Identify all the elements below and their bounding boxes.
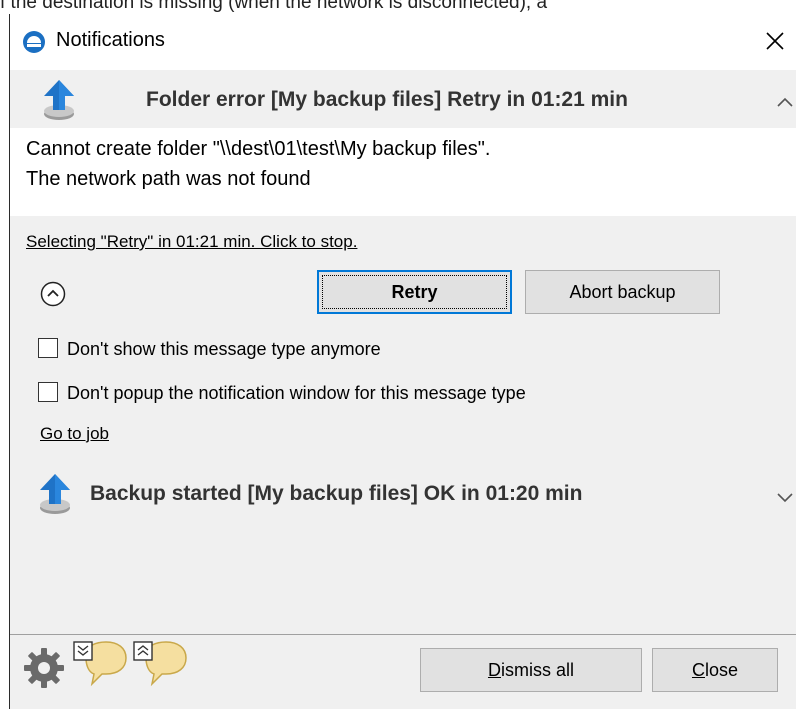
notification-header-folder-error[interactable]: Folder error [My backup files] Retry in … (10, 70, 796, 128)
title-bar: Notifications (10, 14, 796, 70)
go-to-job-link[interactable]: Go to job (40, 424, 109, 444)
collapse-all-icon[interactable] (132, 640, 188, 697)
window-title: Notifications (56, 29, 165, 51)
retry-focus-rect: Retry (322, 275, 507, 309)
dont-show-checkbox[interactable] (38, 338, 58, 358)
retry-button[interactable]: Retry (317, 270, 512, 314)
message-line-2: The network path was not found (26, 168, 311, 190)
dismiss-all-label: Dismiss all (487, 659, 574, 680)
message-line-1: Cannot create folder "\\dest\01\test\My … (26, 138, 491, 160)
close-button[interactable]: Close (652, 648, 778, 692)
app-icon (22, 30, 46, 54)
upload-icon (38, 76, 80, 124)
notification-title: Backup started [My backup files] OK in 0… (90, 482, 583, 505)
auto-select-stop-link[interactable]: Selecting "Retry" in 01:21 min. Click to… (26, 232, 357, 252)
notification-title: Folder error [My backup files] Retry in … (146, 88, 628, 111)
dont-popup-checkbox[interactable] (38, 382, 58, 402)
footer-separator (10, 634, 796, 635)
close-icon[interactable] (760, 24, 790, 58)
cropped-caption: f the destination is missing (when the n… (0, 0, 548, 13)
close-label: Close (691, 659, 739, 680)
expand-all-icon[interactable] (72, 640, 128, 697)
notification-message: Cannot create folder "\\dest\01\test\My … (10, 128, 796, 216)
upload-icon (34, 470, 76, 518)
notifications-window: Notifications Folder error [My backup fi… (9, 14, 796, 709)
dont-show-label[interactable]: Don't show this message type anymore (67, 339, 381, 360)
abort-backup-label: Abort backup (569, 281, 676, 302)
gear-icon[interactable] (22, 646, 66, 695)
circle-chevron-up-icon[interactable] (40, 281, 66, 307)
chevron-up-icon[interactable] (774, 92, 796, 114)
retry-button-label: Retry (391, 281, 438, 302)
abort-backup-button[interactable]: Abort backup (525, 270, 720, 314)
dismiss-all-button[interactable]: Dismiss all (420, 648, 642, 692)
dont-popup-label[interactable]: Don't popup the notification window for … (67, 383, 526, 404)
chevron-down-icon[interactable] (774, 486, 796, 508)
